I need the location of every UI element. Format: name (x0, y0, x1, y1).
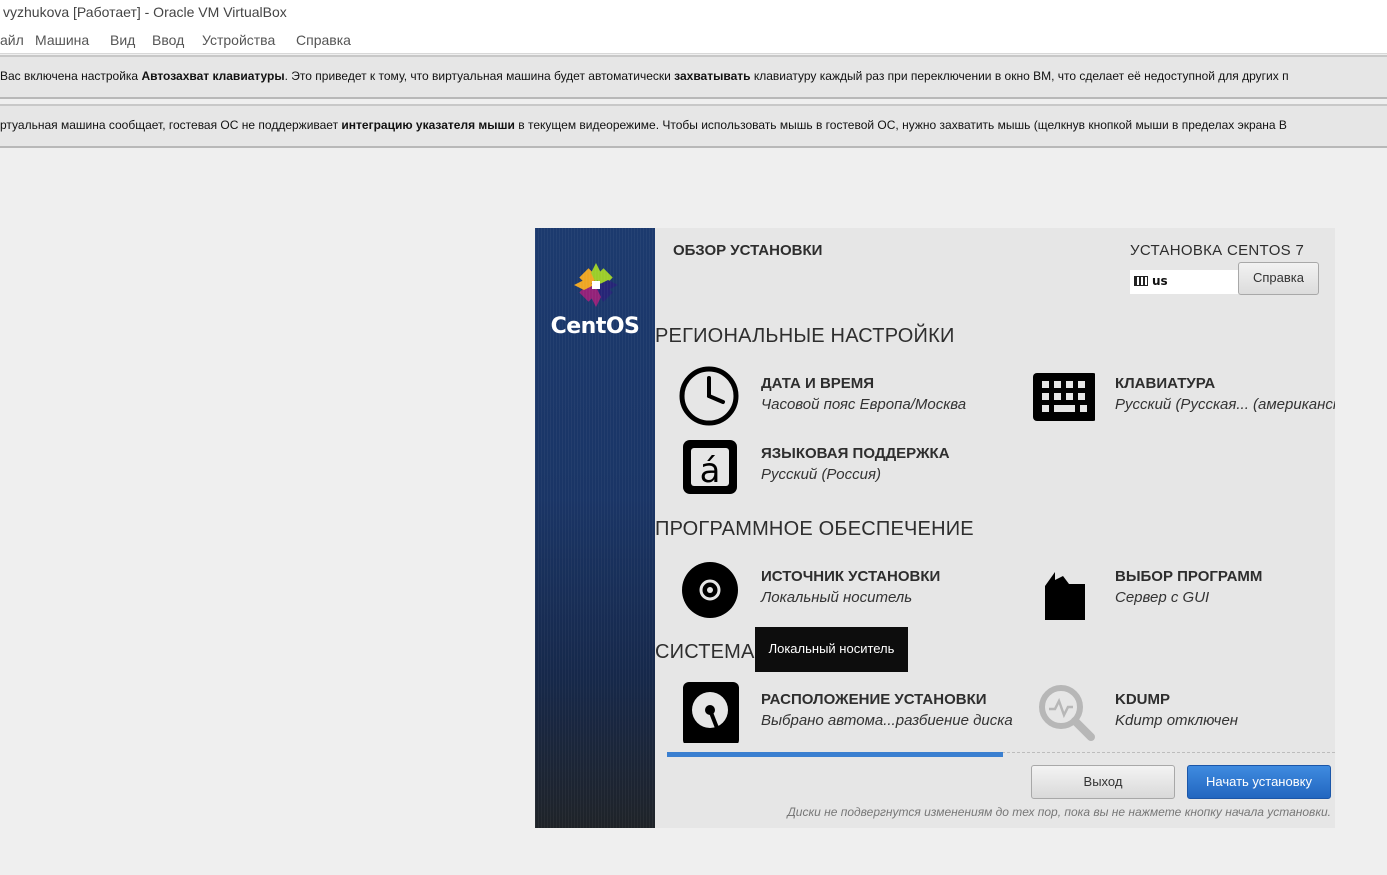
help-button[interactable]: Справка (1238, 262, 1319, 295)
notice-bold: захватывать (674, 69, 751, 83)
tooltip: Локальный носитель (755, 627, 908, 672)
spoke-title: ЯЗЫКОВАЯ ПОДДЕРЖКА (761, 445, 950, 462)
clock-icon (679, 366, 739, 426)
notice-text: клавиатуру каждый раз при переключении в… (750, 69, 1289, 83)
hard-drive-icon (683, 682, 739, 743)
spoke-language[interactable]: á ЯЗЫКОВАЯ ПОДДЕРЖКА Русский (Россия) (679, 435, 1009, 497)
spoke-status: Kdump отключен (1115, 712, 1239, 729)
notice-bold: интеграцию указателя мыши (341, 118, 515, 132)
spoke-install-destination[interactable]: РАСПОЛОЖЕНИЕ УСТАНОВКИ Выбрано автома...… (679, 681, 1013, 743)
mouse-integration-notice: ртуальная машина сообщает, гостевая ОС н… (0, 104, 1387, 148)
disc-icon (682, 562, 738, 618)
disk-warning-note: Диски не подвергнутся изменениям до тех … (787, 805, 1331, 819)
page-title: ОБЗОР УСТАНОВКИ (673, 242, 823, 259)
magnifier-icon (1039, 685, 1095, 741)
spoke-kdump[interactable]: KDUMP Kdump отключен (1033, 681, 1335, 743)
spoke-title: ИСТОЧНИК УСТАНОВКИ (761, 568, 941, 585)
menu-machine[interactable]: Машина (35, 32, 89, 48)
spoke-keyboard[interactable]: КЛАВИАТУРА Русский (Русская... (американ… (1033, 365, 1335, 427)
menu-file[interactable]: айл (0, 32, 24, 48)
menu-input[interactable]: Ввод (152, 32, 184, 48)
begin-installation-button[interactable]: Начать установку (1187, 765, 1331, 799)
spoke-datetime[interactable]: ДАТА И ВРЕМЯ Часовой пояс Европа/Москва (679, 365, 1009, 427)
centos-brand: CentOS (550, 314, 640, 339)
notice-text: Вас включена настройка (0, 69, 142, 83)
svg-text:á: á (700, 451, 721, 491)
menu-devices[interactable]: Устройства (202, 32, 275, 48)
notice-text: ртуальная машина сообщает, гостевая ОС н… (0, 118, 342, 132)
keyboard-small-icon (1134, 276, 1148, 286)
spoke-status: Локальный носитель (761, 589, 913, 606)
spoke-status: Часовой пояс Европа/Москва (761, 396, 967, 413)
spoke-status: Русский (Русская... (американска (1115, 396, 1335, 413)
language-icon: á (683, 440, 737, 494)
quit-button[interactable]: Выход (1031, 765, 1175, 799)
spoke-title: ДАТА И ВРЕМЯ (761, 375, 875, 392)
keyboard-icon (1033, 373, 1095, 421)
section-system: СИСТЕМА (655, 641, 755, 663)
package-icon (1045, 572, 1085, 620)
section-software: ПРОГРАММНОЕ ОБЕСПЕЧЕНИЕ (655, 518, 974, 540)
spoke-status: Выбрано автома...разбиение диска (761, 712, 1013, 729)
centos-logo-icon (574, 263, 618, 307)
installer-sidebar: CentOS (535, 228, 655, 828)
guest-screen[interactable]: CentOS ОБЗОР УСТАНОВКИ УСТАНОВКА CENTOS … (535, 228, 1335, 828)
notice-text: . Это приведет к тому, что виртуальная м… (284, 69, 675, 83)
menu-bar: айл Машина Вид Ввод Устройства Справка (0, 28, 1387, 54)
spoke-status: Сервер с GUI (1115, 589, 1210, 606)
spoke-title: КЛАВИАТУРА (1115, 375, 1216, 392)
scroll-highlight (667, 752, 1003, 757)
spoke-install-source[interactable]: ИСТОЧНИК УСТАНОВКИ Локальный носитель (679, 558, 1009, 620)
spoke-status: Русский (Россия) (761, 466, 881, 483)
product-title: УСТАНОВКА CENTOS 7 (1130, 242, 1305, 259)
keyboard-layout-label: us (1152, 274, 1168, 288)
spoke-title: РАСПОЛОЖЕНИЕ УСТАНОВКИ (761, 691, 987, 708)
section-regional: РЕГИОНАЛЬНЫЕ НАСТРОЙКИ (655, 325, 955, 347)
spoke-title: KDUMP (1115, 691, 1170, 708)
window-title: vyzhukova [Работает] - Oracle VM Virtual… (0, 0, 1387, 28)
keyboard-capture-notice: Вас включена настройка Автозахват клавиа… (0, 55, 1387, 99)
notice-text: в текущем видеорежиме. Чтобы использоват… (514, 118, 1287, 132)
notice-bold: Автозахват клавиатуры (141, 69, 285, 83)
spoke-title: ВЫБОР ПРОГРАММ (1115, 568, 1263, 585)
keyboard-layout-indicator[interactable]: us (1130, 270, 1240, 294)
menu-view[interactable]: Вид (110, 32, 135, 48)
menu-help[interactable]: Справка (296, 32, 351, 48)
spoke-software-selection[interactable]: ВЫБОР ПРОГРАММ Сервер с GUI (1033, 558, 1335, 620)
